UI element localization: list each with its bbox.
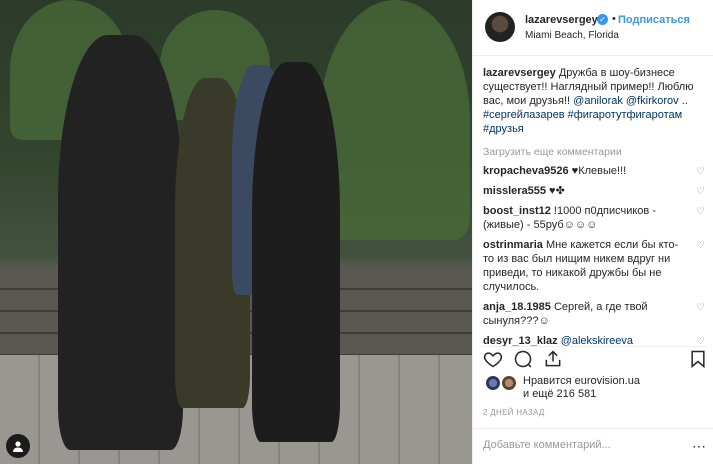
caption-text: .. xyxy=(678,95,688,107)
author-username[interactable]: lazarevsergey xyxy=(525,14,598,26)
caption-username[interactable]: lazarevsergey xyxy=(483,67,556,79)
avatar[interactable] xyxy=(485,12,515,42)
post-timestamp[interactable]: 2 ДНЕЙ НАЗАД xyxy=(483,408,545,417)
heart-icon[interactable]: ♡ xyxy=(696,205,705,219)
caption: lazarevsergey Дружба в шоу-бизнесе сущес… xyxy=(483,66,705,136)
comment-username[interactable]: misslera555 xyxy=(483,185,546,197)
action-bar xyxy=(483,346,708,369)
person-left xyxy=(58,35,183,450)
location-link[interactable]: Miami Beach, Florida xyxy=(525,30,619,41)
caption-mention[interactable]: @anilorak xyxy=(573,95,623,107)
comment-username[interactable]: anja_18.1985 xyxy=(483,301,551,313)
follow-button[interactable]: Подписаться xyxy=(618,14,690,26)
likes-summary: Нравится eurovision.ua и ещё 216 581 xyxy=(483,373,708,403)
comment-text: ♥✤ xyxy=(546,185,565,197)
post-photo[interactable] xyxy=(0,0,472,464)
heart-icon[interactable]: ♡ xyxy=(696,165,705,179)
comment-item: anja_18.1985 Сергей, а где твой сынуля??… xyxy=(483,300,705,328)
likes-count: и ещё 216 581 xyxy=(523,388,597,400)
comment-username[interactable]: ostrinmaria xyxy=(483,239,543,251)
comment-username[interactable]: boost_inst12 xyxy=(483,205,551,217)
tag-icon[interactable] xyxy=(6,434,30,458)
post-header: lazarevsergey ✓ • Подписаться Miami Beac… xyxy=(473,0,713,56)
more-icon[interactable]: ⋯ xyxy=(692,438,706,455)
comment-item: misslera555 ♥✤ ♡ xyxy=(483,184,705,198)
bookmark-icon[interactable] xyxy=(688,349,708,369)
comments-list: lazarevsergey Дружба в шоу-бизнесе сущес… xyxy=(483,66,705,348)
liker-avatar[interactable] xyxy=(485,375,501,391)
comment-icon[interactable] xyxy=(513,349,533,369)
likes-text[interactable]: Нравится eurovision.ua и ещё 216 581 xyxy=(523,375,640,401)
likes-line: Нравится eurovision.ua xyxy=(523,375,641,387)
comment-item: ostrinmaria Мне кажется если бы кто-то и… xyxy=(483,238,705,294)
caption-mention[interactable]: @fkirkorov xyxy=(626,95,679,107)
share-icon[interactable] xyxy=(543,349,563,369)
add-comment-bar: ⋯ xyxy=(473,428,713,464)
comment-username[interactable]: kropacheva9526 xyxy=(483,165,569,177)
person-right xyxy=(252,62,340,442)
palm-foliage xyxy=(320,0,470,240)
heart-icon[interactable]: ♡ xyxy=(696,239,705,253)
caption-hashtags[interactable]: #сергейлазарев #фигаротутфигаротам #друз… xyxy=(483,109,682,135)
add-comment-input[interactable] xyxy=(483,439,683,451)
heart-icon[interactable]: ♡ xyxy=(696,185,705,199)
comment-item: kropacheva9526 ♥Клевые!!! ♡ xyxy=(483,164,705,178)
comment-item: boost_inst12 !1000 п0дписчиков - (живые)… xyxy=(483,204,705,232)
heart-icon[interactable] xyxy=(483,349,503,369)
separator-dot: • xyxy=(612,13,616,25)
verified-icon: ✓ xyxy=(597,14,608,25)
heart-icon[interactable]: ♡ xyxy=(696,301,705,315)
comment-text: ♥Клевые!!! xyxy=(568,165,627,177)
liker-avatar[interactable] xyxy=(501,375,517,391)
load-more-comments-button[interactable]: Загрузить еще комментарии xyxy=(483,146,705,158)
post-sidebar: lazarevsergey ✓ • Подписаться Miami Beac… xyxy=(472,0,713,464)
